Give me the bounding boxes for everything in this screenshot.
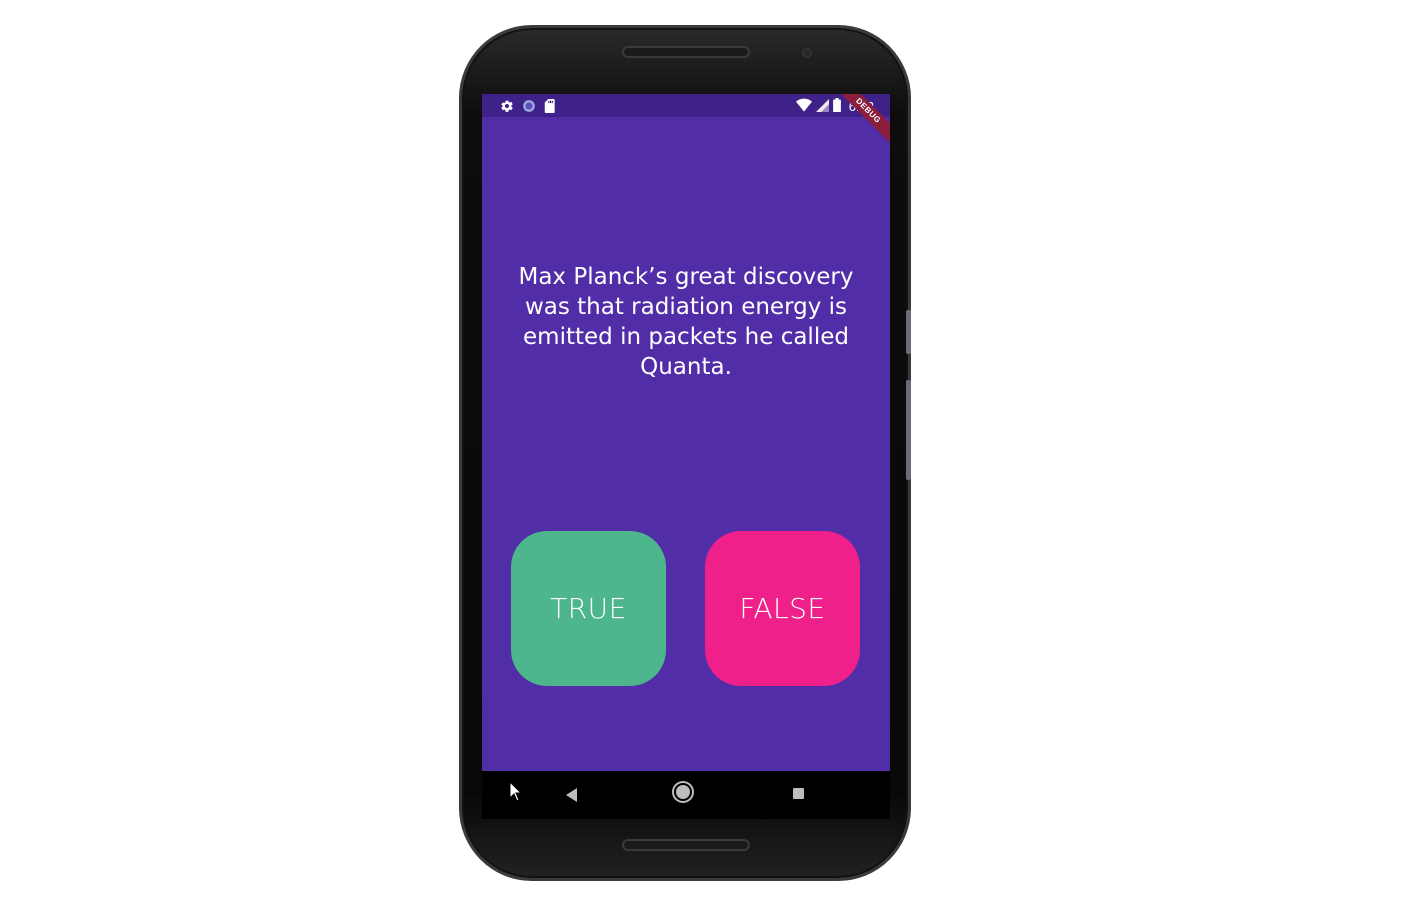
back-icon[interactable] bbox=[566, 788, 577, 802]
app-screen: 6:03 DEBUG Max Planck’s great discovery … bbox=[482, 94, 890, 819]
false-button-label: FALSE bbox=[739, 592, 826, 625]
front-camera bbox=[802, 48, 812, 58]
question-text: Max Planck’s great discovery was that ra… bbox=[518, 264, 854, 380]
false-button[interactable]: FALSE bbox=[705, 531, 860, 686]
mouse-cursor-icon bbox=[509, 780, 523, 807]
home-icon[interactable] bbox=[676, 785, 690, 799]
sync-icon bbox=[522, 98, 536, 117]
signal-icon bbox=[815, 97, 829, 116]
volume-button[interactable] bbox=[906, 380, 911, 480]
earpiece-speaker bbox=[622, 46, 750, 58]
true-button-label: TRUE bbox=[550, 592, 627, 625]
status-notification-icons bbox=[500, 98, 556, 117]
bottom-speaker bbox=[622, 839, 750, 851]
recent-apps-icon[interactable] bbox=[793, 788, 804, 799]
battery-icon bbox=[832, 97, 841, 116]
settings-icon bbox=[500, 98, 514, 117]
status-bar: 6:03 DEBUG bbox=[482, 94, 890, 150]
navigation-bar bbox=[482, 771, 890, 819]
power-button[interactable] bbox=[906, 310, 911, 354]
true-button[interactable]: TRUE bbox=[511, 531, 666, 686]
sd-card-icon bbox=[544, 98, 556, 117]
emulator-frame: 6:03 DEBUG Max Planck’s great discovery … bbox=[0, 0, 1423, 900]
wifi-icon bbox=[795, 97, 812, 116]
